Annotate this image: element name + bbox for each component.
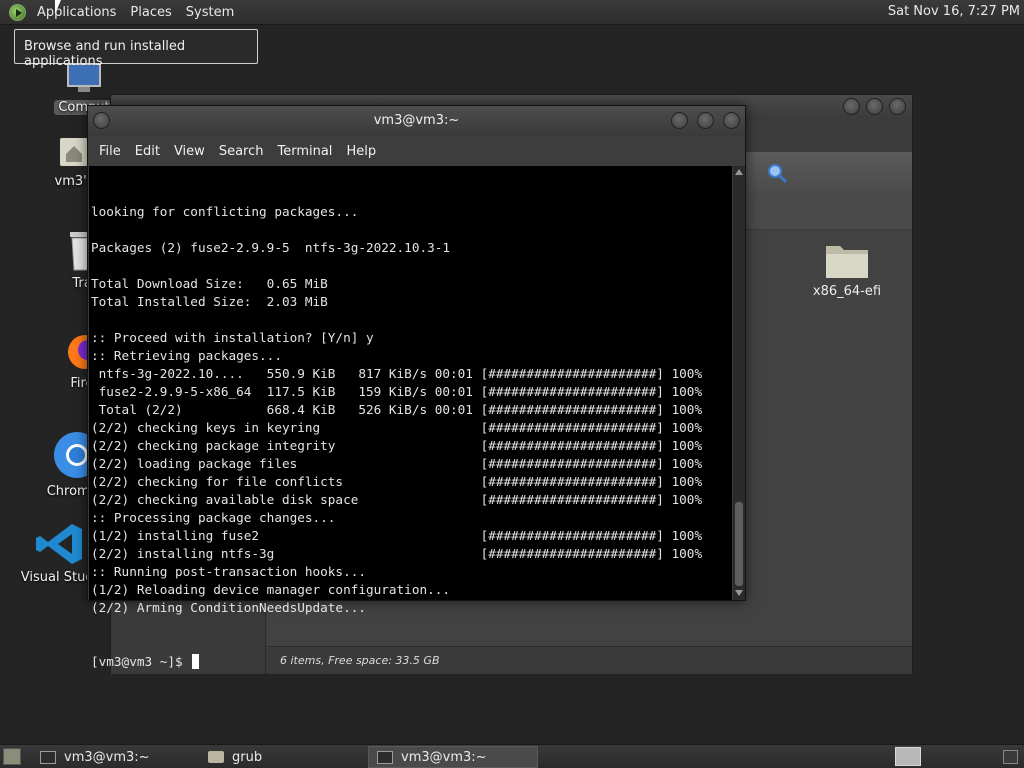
terminal-prompt-line[interactable]: [vm3@vm3 ~]$ bbox=[91, 653, 702, 671]
terminal-line: Total Installed Size: 2.03 MiB bbox=[91, 294, 328, 309]
terminal-prompt: [vm3@vm3 ~]$ bbox=[91, 654, 191, 669]
terminal-line: (2/2) installing ntfs-3g [##############… bbox=[91, 546, 703, 561]
menu-places[interactable]: Places bbox=[123, 5, 178, 20]
menu-edit[interactable]: Edit bbox=[128, 144, 167, 159]
terminal-scrollbar[interactable] bbox=[733, 166, 745, 600]
maximize-button[interactable] bbox=[697, 112, 714, 129]
menu-system[interactable]: System bbox=[179, 5, 241, 20]
terminal-line: (2/2) checking available disk space [###… bbox=[91, 492, 703, 507]
terminal-line: (1/2) Reloading device manager configura… bbox=[91, 582, 451, 597]
top-panel: Applications Places System Sat Nov 16, 7… bbox=[0, 0, 1024, 25]
folder-item[interactable]: x86_64-efi bbox=[797, 240, 897, 299]
menu-file[interactable]: File bbox=[92, 144, 128, 159]
terminal-line: looking for conflicting packages... bbox=[91, 204, 359, 219]
menu-terminal[interactable]: Terminal bbox=[270, 144, 339, 159]
minimize-button[interactable] bbox=[671, 112, 688, 129]
folder-icon bbox=[208, 751, 224, 763]
tooltip: Browse and run installed applications bbox=[14, 29, 258, 69]
terminal-window-buttons bbox=[671, 112, 740, 129]
clock[interactable]: Sat Nov 16, 7:27 PM bbox=[888, 4, 1020, 19]
terminal-output: looking for conflicting packages... Packa… bbox=[91, 167, 702, 707]
close-button[interactable] bbox=[723, 112, 740, 129]
taskbar-item-grub[interactable]: grub bbox=[200, 746, 368, 768]
scroll-up-arrow-icon[interactable] bbox=[735, 169, 743, 175]
terminal-line: :: Retrieving packages... bbox=[91, 348, 282, 363]
vscode-icon bbox=[36, 524, 82, 564]
terminal-icon bbox=[377, 750, 393, 764]
mouse-pointer-icon bbox=[55, 0, 61, 14]
text-cursor bbox=[192, 654, 200, 669]
taskbar-item-label: vm3@vm3:~ bbox=[401, 749, 487, 765]
terminal-line: (1/2) installing fuse2 [################… bbox=[91, 528, 703, 543]
terminal-titlebar[interactable]: vm3@vm3:~ bbox=[88, 106, 745, 136]
terminal-line: Total Download Size: 0.65 MiB bbox=[91, 276, 328, 291]
folder-label: x86_64-efi bbox=[812, 284, 882, 299]
window-menu-button[interactable] bbox=[93, 112, 110, 129]
show-desktop-icon[interactable] bbox=[3, 748, 21, 765]
menu-search[interactable]: Search bbox=[212, 144, 271, 159]
terminal-line: :: Proceed with installation? [Y/n] y bbox=[91, 330, 374, 345]
terminal-line: (2/2) loading package files [###########… bbox=[91, 456, 703, 471]
terminal-line: (2/2) checking keys in keyring [########… bbox=[91, 420, 703, 435]
workspace-switcher[interactable] bbox=[895, 747, 921, 766]
terminal-line: Packages (2) fuse2-2.9.9-5 ntfs-3g-2022.… bbox=[91, 240, 451, 255]
menu-applications[interactable]: Applications bbox=[30, 5, 123, 20]
panel-menu: Applications Places System bbox=[0, 0, 241, 24]
terminal-line: (2/2) checking for file conflicts [#####… bbox=[91, 474, 703, 489]
folder-icon bbox=[826, 246, 868, 278]
menu-help[interactable]: Help bbox=[339, 144, 383, 159]
terminal-screen[interactable]: looking for conflicting packages... Packa… bbox=[89, 166, 732, 669]
taskbar-item-label: grub bbox=[232, 749, 263, 765]
terminal-line: (2/2) checking package integrity [######… bbox=[91, 438, 703, 453]
terminal-line: ntfs-3g-2022.10.... 550.9 KiB 817 KiB/s … bbox=[91, 366, 703, 381]
file-manager-window-buttons bbox=[843, 98, 906, 115]
terminal-lines: looking for conflicting packages... Packa… bbox=[91, 203, 702, 617]
distro-logo-icon[interactable] bbox=[9, 3, 26, 21]
tray-icon[interactable] bbox=[1003, 750, 1018, 764]
bottom-panel: vm3@vm3:~ grub vm3@vm3:~ bbox=[0, 744, 1024, 768]
terminal-line: :: Running post-transaction hooks... bbox=[91, 564, 366, 579]
taskbar-item-label: vm3@vm3:~ bbox=[64, 749, 150, 765]
taskbar-item-terminal-1[interactable]: vm3@vm3:~ bbox=[32, 746, 200, 768]
close-button[interactable] bbox=[889, 98, 906, 115]
terminal-line: (2/2) Arming ConditionNeedsUpdate... bbox=[91, 600, 366, 615]
taskbar-item-terminal-2[interactable]: vm3@vm3:~ bbox=[368, 746, 538, 768]
menu-view[interactable]: View bbox=[167, 144, 212, 159]
search-icon[interactable] bbox=[766, 162, 788, 184]
terminal-line: :: Processing package changes... bbox=[91, 510, 336, 525]
terminal-line: fuse2-2.9.9-5-x86_64 117.5 KiB 159 KiB/s… bbox=[91, 384, 703, 399]
terminal-icon bbox=[40, 750, 56, 764]
scroll-down-arrow-icon[interactable] bbox=[735, 590, 743, 596]
terminal-window[interactable]: vm3@vm3:~ File Edit View Search Terminal… bbox=[87, 105, 746, 669]
terminal-menubar: File Edit View Search Terminal Help bbox=[88, 136, 745, 166]
maximize-button[interactable] bbox=[866, 98, 883, 115]
terminal-line: Total (2/2) 668.4 KiB 526 KiB/s 00:01 [#… bbox=[91, 402, 703, 417]
scrollbar-thumb[interactable] bbox=[735, 502, 743, 586]
terminal-title: vm3@vm3:~ bbox=[373, 113, 460, 128]
minimize-button[interactable] bbox=[843, 98, 860, 115]
